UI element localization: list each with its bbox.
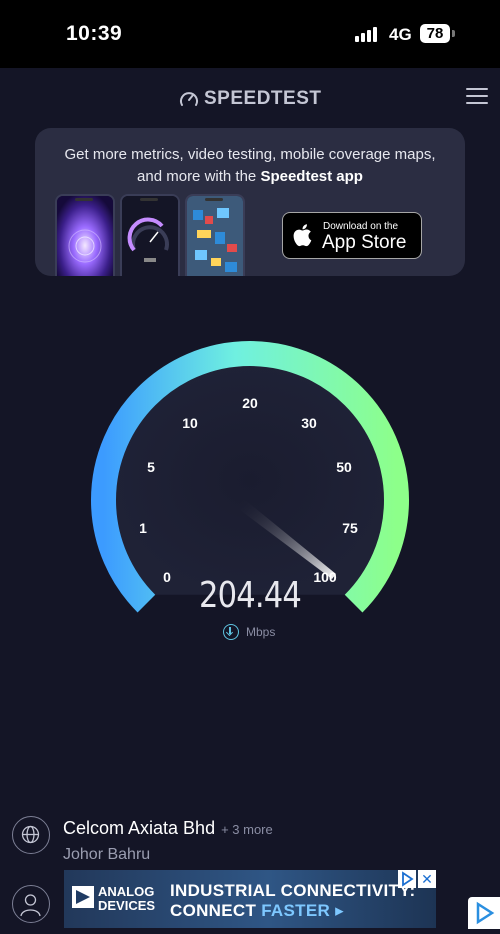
ad-brand-line2: DEVICES <box>98 898 156 913</box>
signal-icon <box>355 26 381 42</box>
promo-line2-prefix: and more with the <box>137 168 261 185</box>
provider-name-text: Celcom Axiata Bhd <box>63 818 216 838</box>
hamburger-menu-icon[interactable] <box>466 87 488 105</box>
ad-close-icon[interactable]: ✕ <box>418 870 436 888</box>
coverage-map-icon <box>187 196 243 276</box>
phone-screenshot-2 <box>120 194 180 276</box>
apple-logo-icon <box>293 224 312 247</box>
tick-label: 10 <box>182 415 198 431</box>
battery-tip <box>452 30 455 37</box>
appstore-small-text: Download on the <box>323 221 399 232</box>
logo-text: SPEEDTEST <box>204 88 322 109</box>
promo-app-name: Speedtest app <box>260 168 363 185</box>
ad-headline2-accent: FASTER ▸ <box>261 901 344 920</box>
tunnel-graphic-icon <box>57 196 113 276</box>
status-time: 10:39 <box>66 22 123 45</box>
tick-label: 75 <box>342 520 358 536</box>
speedometer-icon <box>180 92 198 106</box>
provider-info[interactable]: Celcom Axiata Bhd + 3 more Johor Bahru <box>12 816 492 866</box>
mini-gauge-icon <box>122 196 178 276</box>
analog-devices-logo-icon <box>72 886 94 908</box>
speed-value: 204.44 <box>199 575 302 616</box>
speedtest-logo[interactable]: SPEEDTEST <box>178 88 321 110</box>
provider-name: Celcom Axiata Bhd + 3 more <box>63 818 273 839</box>
globe-icon <box>12 816 50 854</box>
download-icon <box>223 624 239 640</box>
status-bar: 10:39 4G 78 <box>0 0 500 68</box>
tick-label: 30 <box>301 415 317 431</box>
user-icon[interactable] <box>12 885 50 923</box>
provider-more-link[interactable]: + 3 more <box>221 822 273 837</box>
promo-text-line1: Get more metrics, video testing, mobile … <box>64 146 436 163</box>
promo-text-line2: and more with the Speedtest app <box>35 168 465 185</box>
battery-icon: 78 <box>420 24 450 43</box>
tick-label: 1 <box>139 520 147 536</box>
tick-label: 50 <box>336 459 352 475</box>
adchoices-corner-icon[interactable] <box>468 897 500 929</box>
adchoices-icon[interactable] <box>398 870 416 888</box>
ad-brand-line1: ANALOG <box>98 884 155 899</box>
app-promo-card: Get more metrics, video testing, mobile … <box>35 128 465 276</box>
ad-headline-line1: INDUSTRIAL CONNECTIVITY: <box>170 881 416 900</box>
phone-screenshot-3 <box>185 194 245 276</box>
tick-label: 20 <box>242 395 258 411</box>
ad-headline2-prefix: CONNECT <box>170 901 262 920</box>
speed-unit: Mbps <box>223 624 275 640</box>
provider-location: Johor Bahru <box>63 846 151 863</box>
unit-label: Mbps <box>246 625 276 639</box>
ad-headline-line2: CONNECT FASTER ▸ <box>170 901 344 921</box>
network-type: 4G <box>389 25 412 44</box>
tick-label: 5 <box>147 459 155 475</box>
appstore-big-text: App Store <box>322 232 407 253</box>
phone-screenshot-1 <box>55 194 115 276</box>
app-store-button[interactable]: Download on the App Store <box>282 212 422 259</box>
ad-banner[interactable]: ANALOG DEVICES INDUSTRIAL CONNECTIVITY: … <box>64 870 436 928</box>
